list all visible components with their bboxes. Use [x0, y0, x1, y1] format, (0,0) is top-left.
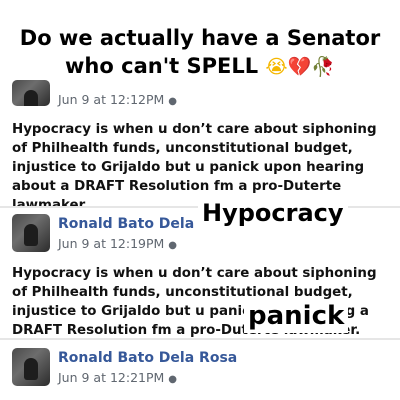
timestamp-text: Jun 9 at 12:19PM: [58, 236, 165, 251]
globe-icon: ●: [168, 96, 178, 107]
author-name[interactable]: Ronald Bato Dela Rosa: [58, 216, 200, 232]
post-timestamp[interactable]: Jun 9 at 12:12PM ●: [58, 92, 177, 107]
avatar[interactable]: [12, 80, 50, 106]
broken-heart-icon: 💔: [287, 56, 312, 78]
callout-panick: panick: [244, 299, 349, 333]
post-timestamp[interactable]: Jun 9 at 12:19PM ●: [58, 236, 177, 251]
meme-headline: Do we actually have a Senator who can't …: [0, 24, 400, 81]
globe-icon: ●: [168, 240, 178, 251]
wilted-rose-icon: 🥀: [311, 56, 335, 78]
headline-line-2: who can't SPELL 😭💔🥀: [0, 52, 400, 81]
avatar[interactable]: [12, 348, 50, 386]
timestamp-text: Jun 9 at 12:12PM: [58, 92, 165, 107]
crying-face-icon: 😭: [265, 56, 288, 78]
globe-icon: ●: [168, 374, 178, 385]
author-name[interactable]: Ronald Bato Dela Rosa: [58, 350, 358, 366]
post-1: Jun 9 at 12:12PM ● Hypocracy is when u d…: [0, 80, 400, 213]
avatar[interactable]: [12, 214, 50, 252]
post-3: Ronald Bato Dela Rosa Jun 9 at 12:21PM ●: [0, 340, 400, 400]
headline-line-2-text: who can't SPELL: [65, 54, 259, 78]
post-timestamp[interactable]: Jun 9 at 12:21PM ●: [58, 370, 177, 385]
callout-hypocracy: Hypocracy: [198, 197, 348, 229]
headline-line-1: Do we actually have a Senator: [19, 26, 381, 50]
timestamp-text: Jun 9 at 12:21PM: [58, 370, 165, 385]
